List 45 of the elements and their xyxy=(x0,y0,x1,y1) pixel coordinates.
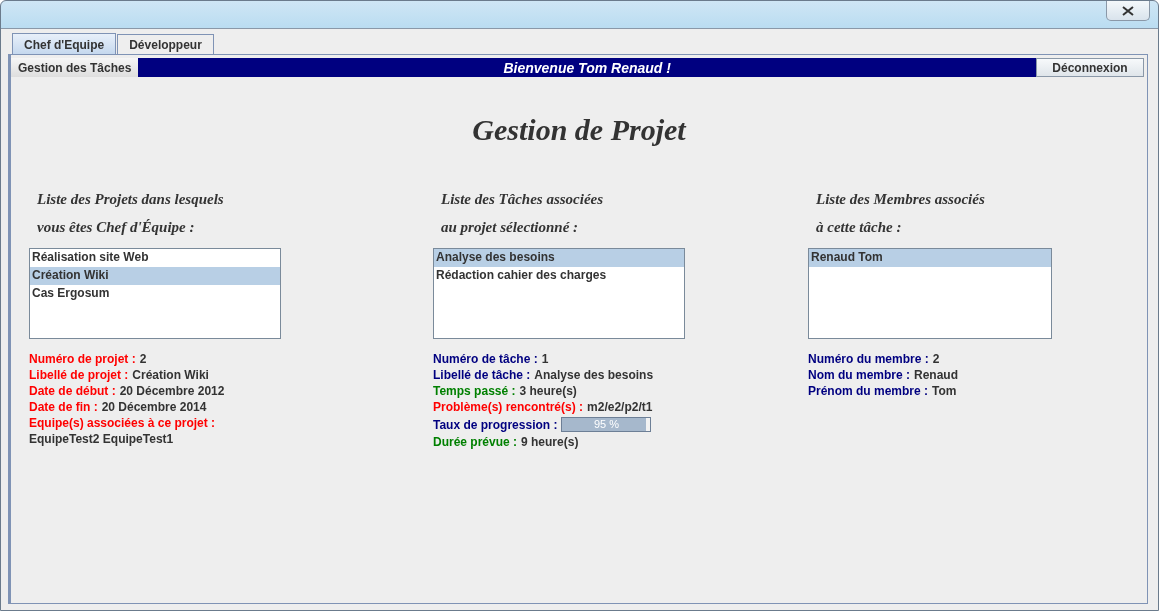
field-value: 20 Décembre 2014 xyxy=(101,399,207,415)
field-label: Libellé de projet : xyxy=(29,367,129,383)
field-value: 20 Décembre 2012 xyxy=(119,383,225,399)
field-value: Création Wiki xyxy=(132,367,209,383)
field-value: 1 xyxy=(541,351,549,367)
field-label: Date de début : xyxy=(29,383,116,399)
section-title: au projet sélectionné : xyxy=(441,218,580,237)
field-label: Nom du membre : xyxy=(808,367,910,383)
field-value: Tom xyxy=(932,383,957,399)
close-icon xyxy=(1122,5,1134,16)
field-label: Problème(s) rencontré(s) : xyxy=(433,399,584,415)
field-label: Durée prévue : xyxy=(433,434,518,450)
welcome-banner: Bienvenue Tom Renaud ! xyxy=(138,58,1036,77)
section-title: à cette tâche : xyxy=(816,218,903,237)
field-label: Date de fin : xyxy=(29,399,98,415)
section-title: Liste des Tâches associées xyxy=(441,190,605,209)
field-label: Numéro de projet : xyxy=(29,351,136,367)
field-label: Libellé de tâche : xyxy=(433,367,531,383)
field-value: 2 xyxy=(139,351,147,367)
field-label: Temps passé : xyxy=(433,383,516,399)
list-item[interactable]: Analyse des besoins xyxy=(434,249,684,267)
logout-button[interactable]: Déconnexion xyxy=(1036,58,1144,77)
field-value: EquipeTest2 EquipeTest1 xyxy=(29,431,174,447)
tab[interactable]: Chef d'Equipe xyxy=(12,33,117,54)
field-label: Numéro du membre : xyxy=(808,351,929,367)
list-item[interactable]: Renaud Tom xyxy=(809,249,1051,267)
field-value: m2/e2/p2/t1 xyxy=(587,399,653,415)
field-value: Analyse des besoins xyxy=(534,367,654,383)
progress-reading: 95 % xyxy=(592,418,620,431)
field-label: Prénom du membre : xyxy=(808,383,929,399)
field-value: 2 xyxy=(932,351,940,367)
list-item[interactable]: Création Wiki xyxy=(30,267,280,285)
field-value: 3 heure(s) xyxy=(519,383,577,399)
field-label: Equipe(s) associées à ce projet : xyxy=(29,415,216,431)
field-label: Numéro de tâche : xyxy=(433,351,538,367)
close-button[interactable] xyxy=(1106,1,1150,21)
field-value: Renaud xyxy=(914,367,959,383)
field-label: Taux de progression : xyxy=(433,416,558,433)
page-title: Gestion de Projet xyxy=(471,113,688,147)
tab[interactable]: Développeur xyxy=(117,34,214,54)
section-title: Liste des Projets dans lesquels xyxy=(37,190,225,209)
tab[interactable]: Gestion des Tâches xyxy=(11,58,139,77)
field-value: 9 heure(s) xyxy=(521,434,579,450)
section-title: Liste des Membres associés xyxy=(816,190,986,209)
section-title: vous êtes Chef d'Équipe : xyxy=(37,218,196,237)
